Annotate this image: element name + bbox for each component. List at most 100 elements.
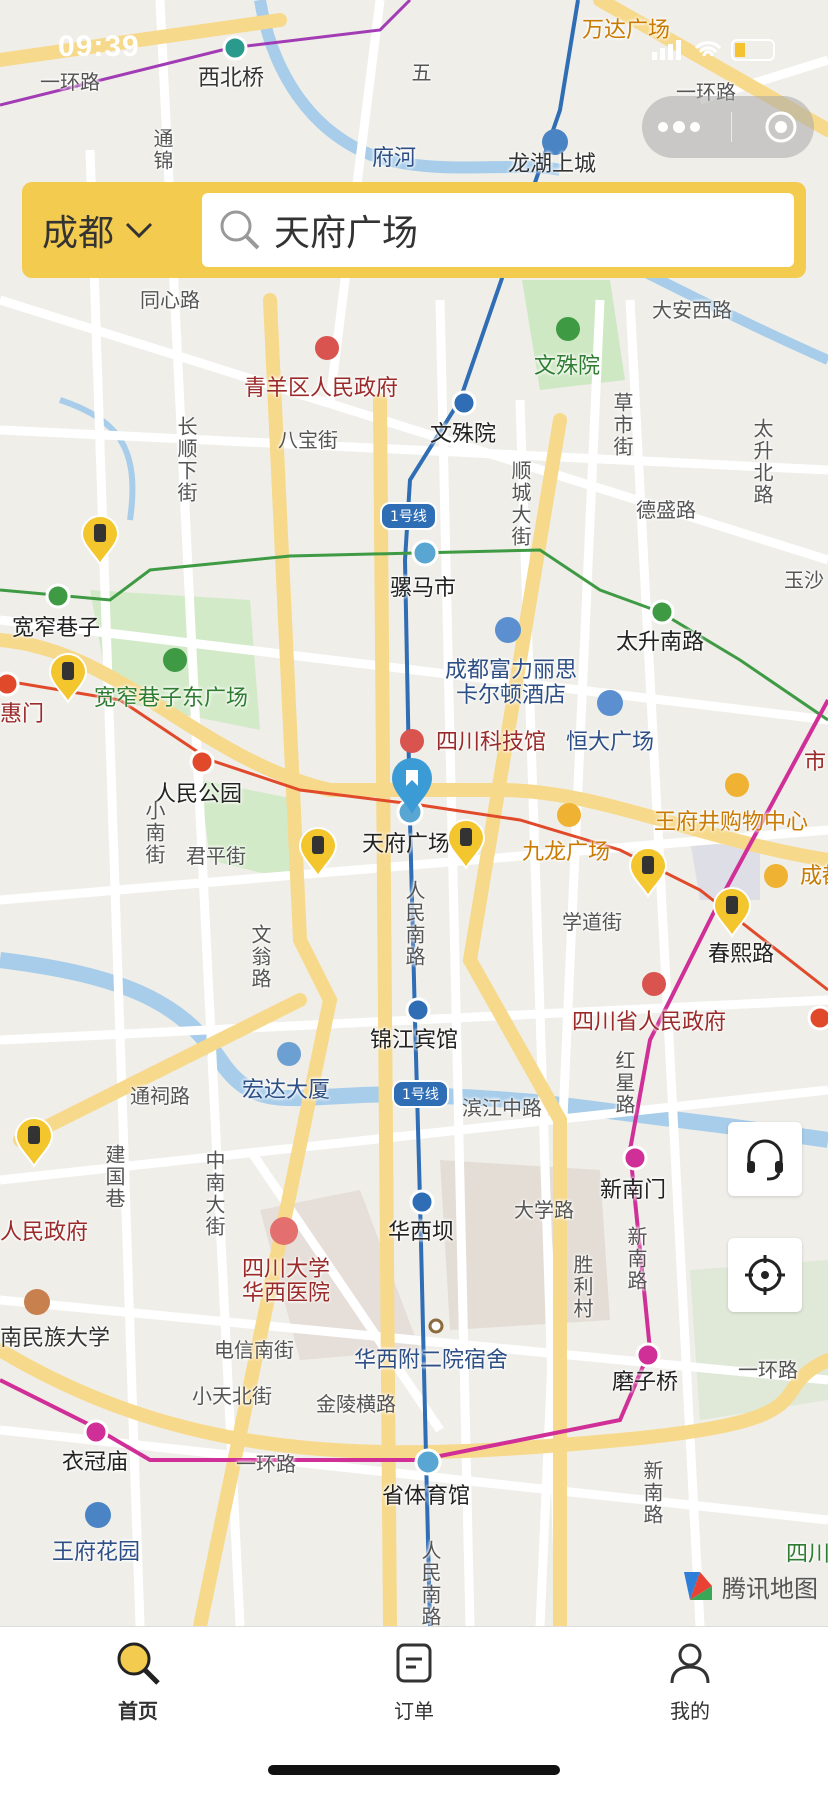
miniprogram-capsule[interactable] [642, 96, 814, 158]
tencent-map-label: 腾讯地图 [722, 1574, 818, 1603]
map-label: 电信南街 [214, 1338, 294, 1362]
metro-line-badge: 1号线 [380, 502, 437, 530]
map-label: 天府广场 [362, 832, 451, 857]
map-label: 文殊院 [430, 422, 497, 447]
map-label: 建国巷 [102, 1144, 126, 1210]
map-label: 大学路 [514, 1198, 574, 1222]
tab-me[interactable]: 我的 [630, 1639, 750, 1724]
tencent-map-icon [684, 1572, 712, 1600]
store-pin[interactable] [628, 846, 668, 898]
map-label: 金陵横路 [316, 1392, 396, 1416]
map-label: 新南路 [624, 1226, 648, 1292]
map-label: 恒大广场 [566, 730, 655, 755]
close-miniprogram-icon[interactable] [763, 109, 799, 145]
map-label: 新南路 [640, 1460, 664, 1526]
headset-icon [747, 1139, 783, 1181]
tab-orders[interactable]: 订单 [354, 1639, 474, 1724]
tab-home[interactable]: 首页 [78, 1639, 198, 1724]
map-label: 草市街 [610, 392, 634, 458]
user-icon [670, 1643, 710, 1684]
map-label: 八宝街 [278, 428, 338, 452]
map-label: 五 [408, 62, 432, 84]
tab-label: 首页 [118, 1699, 158, 1723]
map-label: 君平街 [186, 844, 246, 868]
map-label: 小天北街 [192, 1384, 272, 1408]
map-label: 衣冠庙 [62, 1450, 129, 1475]
city-label: 成都 [42, 213, 115, 254]
order-icon [396, 1643, 432, 1683]
map-label: 通祠路 [130, 1084, 190, 1108]
metro-line-badge: 1号线 [392, 1080, 449, 1108]
map-label: 成都富力丽思卡尔顿酒店 [444, 658, 577, 709]
home-indicator [268, 1765, 560, 1775]
tencent-map-logo: 腾讯地图 [680, 1568, 818, 1604]
map-label: 人民南路 [418, 1540, 442, 1626]
map-label: 太升北路 [750, 418, 774, 506]
map-label: 一环路 [40, 70, 100, 94]
customer-service-button[interactable] [728, 1122, 802, 1196]
map-label: 省体育馆 [382, 1484, 471, 1509]
map-label: 人民南路 [402, 880, 426, 968]
map-label: 德盛路 [636, 498, 696, 522]
map-label: 四川大学华西医院 [241, 1257, 330, 1307]
bottom-tab-bar: 首页 订单 我的 [0, 1626, 828, 1793]
status-time: 09:39 [58, 30, 140, 63]
map-label: 骡马市 [390, 576, 457, 601]
map-label: 小南街 [142, 800, 166, 866]
map-label: 胜利村 [570, 1254, 594, 1320]
store-pin[interactable] [712, 886, 752, 938]
map-label: 九龙广场 [522, 840, 611, 865]
map-label: 通锦 [150, 128, 174, 172]
tab-label: 订单 [394, 1699, 434, 1723]
search-icon [220, 210, 260, 250]
map-label: 南民族大学 [0, 1326, 111, 1351]
search-bar: 成都 天府广场 [22, 182, 806, 278]
map-label: 华西附二院宿舍 [354, 1348, 509, 1373]
map-label: 人民政府 [0, 1220, 89, 1245]
locate-button[interactable] [728, 1238, 802, 1312]
map-label: 王府井购物中心 [654, 810, 809, 835]
map-label: 府河 [372, 146, 417, 171]
map-label: 一环路 [236, 1452, 296, 1476]
map-label: 王府花园 [52, 1540, 141, 1565]
search-query: 天府广场 [274, 213, 419, 254]
map-label: 文殊院 [534, 354, 601, 379]
crosshair-icon [745, 1255, 785, 1295]
chevron-down-icon [125, 222, 153, 239]
map-label: 宽窄巷子东广场 [94, 686, 249, 711]
store-pin[interactable] [14, 1116, 54, 1168]
map-label: 宏达大厦 [242, 1078, 331, 1103]
status-indicators-icon [652, 39, 775, 61]
map-label: 滨江中路 [462, 1096, 542, 1120]
tab-label: 我的 [670, 1699, 710, 1723]
map-label: 中南大街 [202, 1150, 226, 1238]
more-icon[interactable] [657, 121, 701, 133]
store-pin[interactable] [298, 826, 338, 878]
map-label: 锦江宾馆 [370, 1028, 459, 1053]
map-label: 同心路 [140, 288, 200, 312]
map-label: 四川 [786, 1542, 828, 1567]
map-label: 龙湖上城 [508, 152, 597, 177]
map-label: 新南门 [600, 1178, 667, 1203]
city-selector[interactable]: 成都 [42, 182, 154, 278]
map-label: 四川科技馆 [436, 730, 547, 755]
map-label: 一环路 [738, 1358, 798, 1382]
map-label: 春熙路 [708, 942, 775, 967]
map-label: 太升南路 [616, 630, 705, 655]
map-label: 长顺下街 [174, 416, 198, 504]
map-label: 红星路 [612, 1050, 636, 1116]
map-label: 文翁路 [248, 924, 272, 990]
search-input[interactable]: 天府广场 [202, 193, 794, 267]
store-pin[interactable] [80, 514, 120, 566]
map-label: 人民公园 [154, 782, 243, 807]
map-label: 华西坝 [388, 1220, 455, 1245]
map-label: 玉沙 [784, 568, 824, 592]
store-pin[interactable] [48, 652, 88, 704]
map-label: 青羊区人民政府 [244, 376, 399, 401]
map-label: 西北桥 [198, 66, 265, 91]
map-label: 顺城大街 [508, 460, 532, 548]
map-label: 四川省人民政府 [572, 1010, 727, 1035]
capsule-divider [731, 112, 733, 142]
map-label: 大安西路 [652, 298, 732, 322]
store-pin[interactable] [446, 818, 486, 870]
